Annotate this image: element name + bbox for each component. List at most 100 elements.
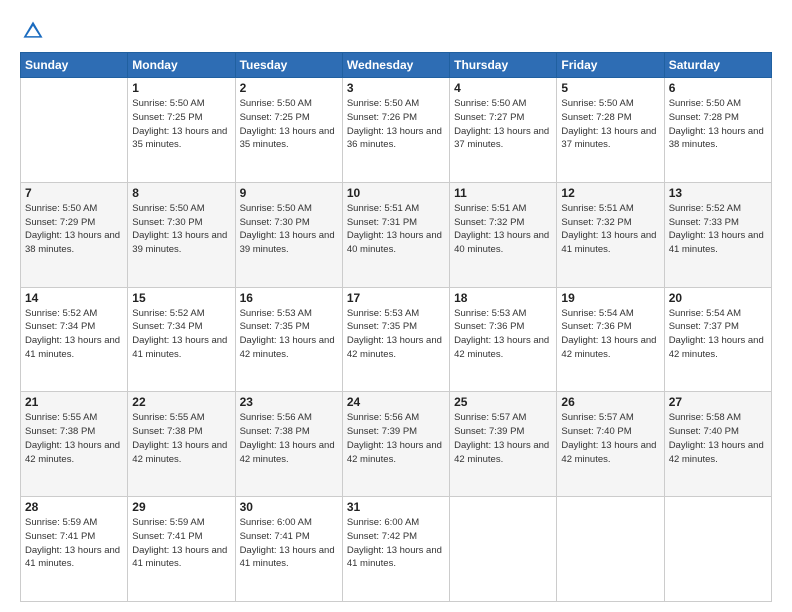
calendar-cell: 11 Sunrise: 5:51 AM Sunset: 7:32 PM Dayli… xyxy=(450,182,557,287)
calendar-cell: 21 Sunrise: 5:55 AM Sunset: 7:38 PM Dayli… xyxy=(21,392,128,497)
day-number: 6 xyxy=(669,81,767,95)
day-number: 8 xyxy=(132,186,230,200)
day-info: Sunrise: 5:50 AM Sunset: 7:25 PM Dayligh… xyxy=(132,97,230,152)
day-info: Sunrise: 5:57 AM Sunset: 7:39 PM Dayligh… xyxy=(454,411,552,466)
day-info: Sunrise: 6:00 AM Sunset: 7:41 PM Dayligh… xyxy=(240,516,338,571)
day-info: Sunrise: 5:52 AM Sunset: 7:34 PM Dayligh… xyxy=(132,307,230,362)
calendar-header-row: SundayMondayTuesdayWednesdayThursdayFrid… xyxy=(21,53,772,78)
calendar-cell: 31Sunrise: 6:00 AM Sunset: 7:42 PM Dayli… xyxy=(342,497,449,602)
calendar-cell xyxy=(664,497,771,602)
header xyxy=(20,18,772,42)
page: SundayMondayTuesdayWednesdayThursdayFrid… xyxy=(0,0,792,612)
day-info: Sunrise: 5:50 AM Sunset: 7:25 PM Dayligh… xyxy=(240,97,338,152)
day-info: Sunrise: 5:50 AM Sunset: 7:29 PM Dayligh… xyxy=(25,202,123,257)
day-info: Sunrise: 5:59 AM Sunset: 7:41 PM Dayligh… xyxy=(25,516,123,571)
day-number: 30 xyxy=(240,500,338,514)
calendar-cell: 7Sunrise: 5:50 AM Sunset: 7:29 PM Daylig… xyxy=(21,182,128,287)
day-info: Sunrise: 5:58 AM Sunset: 7:40 PM Dayligh… xyxy=(669,411,767,466)
calendar-week-row: 14 Sunrise: 5:52 AM Sunset: 7:34 PM Dayli… xyxy=(21,287,772,392)
calendar-cell: 4 Sunrise: 5:50 AM Sunset: 7:27 PM Daylig… xyxy=(450,78,557,183)
calendar-cell: 2Sunrise: 5:50 AM Sunset: 7:25 PM Daylig… xyxy=(235,78,342,183)
calendar-cell: 5 Sunrise: 5:50 AM Sunset: 7:28 PM Daylig… xyxy=(557,78,664,183)
day-number: 11 xyxy=(454,186,552,200)
day-info: Sunrise: 5:50 AM Sunset: 7:27 PM Dayligh… xyxy=(454,97,552,152)
day-number: 27 xyxy=(669,395,767,409)
calendar-day-header: Friday xyxy=(557,53,664,78)
logo xyxy=(20,18,44,42)
calendar-cell: 26 Sunrise: 5:57 AM Sunset: 7:40 PM Dayli… xyxy=(557,392,664,497)
day-info: Sunrise: 5:55 AM Sunset: 7:38 PM Dayligh… xyxy=(25,411,123,466)
calendar-cell xyxy=(21,78,128,183)
day-info: Sunrise: 5:52 AM Sunset: 7:34 PM Dayligh… xyxy=(25,307,123,362)
calendar-week-row: 28Sunrise: 5:59 AM Sunset: 7:41 PM Dayli… xyxy=(21,497,772,602)
day-number: 1 xyxy=(132,81,230,95)
day-number: 5 xyxy=(561,81,659,95)
day-number: 17 xyxy=(347,291,445,305)
day-info: Sunrise: 5:56 AM Sunset: 7:39 PM Dayligh… xyxy=(347,411,445,466)
calendar-cell: 9 Sunrise: 5:50 AM Sunset: 7:30 PM Daylig… xyxy=(235,182,342,287)
calendar-week-row: 7Sunrise: 5:50 AM Sunset: 7:29 PM Daylig… xyxy=(21,182,772,287)
day-info: Sunrise: 5:51 AM Sunset: 7:31 PM Dayligh… xyxy=(347,202,445,257)
day-number: 24 xyxy=(347,395,445,409)
calendar-cell: 3 Sunrise: 5:50 AM Sunset: 7:26 PM Daylig… xyxy=(342,78,449,183)
calendar-day-header: Thursday xyxy=(450,53,557,78)
calendar-cell: 20 Sunrise: 5:54 AM Sunset: 7:37 PM Dayli… xyxy=(664,287,771,392)
day-number: 20 xyxy=(669,291,767,305)
calendar-week-row: 1 Sunrise: 5:50 AM Sunset: 7:25 PM Daylig… xyxy=(21,78,772,183)
day-info: Sunrise: 5:54 AM Sunset: 7:37 PM Dayligh… xyxy=(669,307,767,362)
day-info: Sunrise: 5:54 AM Sunset: 7:36 PM Dayligh… xyxy=(561,307,659,362)
calendar-cell: 6 Sunrise: 5:50 AM Sunset: 7:28 PM Daylig… xyxy=(664,78,771,183)
calendar-cell: 12 Sunrise: 5:51 AM Sunset: 7:32 PM Dayli… xyxy=(557,182,664,287)
day-number: 4 xyxy=(454,81,552,95)
day-info: Sunrise: 5:50 AM Sunset: 7:28 PM Dayligh… xyxy=(669,97,767,152)
day-info: Sunrise: 5:53 AM Sunset: 7:35 PM Dayligh… xyxy=(347,307,445,362)
calendar-day-header: Sunday xyxy=(21,53,128,78)
calendar-day-header: Wednesday xyxy=(342,53,449,78)
day-number: 15 xyxy=(132,291,230,305)
day-info: Sunrise: 5:51 AM Sunset: 7:32 PM Dayligh… xyxy=(561,202,659,257)
day-number: 23 xyxy=(240,395,338,409)
calendar-cell: 13Sunrise: 5:52 AM Sunset: 7:33 PM Dayli… xyxy=(664,182,771,287)
calendar-cell: 1 Sunrise: 5:50 AM Sunset: 7:25 PM Daylig… xyxy=(128,78,235,183)
calendar-cell: 28Sunrise: 5:59 AM Sunset: 7:41 PM Dayli… xyxy=(21,497,128,602)
calendar-cell xyxy=(557,497,664,602)
day-info: Sunrise: 5:57 AM Sunset: 7:40 PM Dayligh… xyxy=(561,411,659,466)
day-number: 25 xyxy=(454,395,552,409)
day-number: 26 xyxy=(561,395,659,409)
day-number: 18 xyxy=(454,291,552,305)
calendar-day-header: Saturday xyxy=(664,53,771,78)
day-number: 12 xyxy=(561,186,659,200)
day-info: Sunrise: 5:50 AM Sunset: 7:28 PM Dayligh… xyxy=(561,97,659,152)
calendar-day-header: Tuesday xyxy=(235,53,342,78)
calendar-cell: 29 Sunrise: 5:59 AM Sunset: 7:41 PM Dayli… xyxy=(128,497,235,602)
day-info: Sunrise: 5:53 AM Sunset: 7:36 PM Dayligh… xyxy=(454,307,552,362)
calendar-cell: 14 Sunrise: 5:52 AM Sunset: 7:34 PM Dayli… xyxy=(21,287,128,392)
calendar-cell: 22Sunrise: 5:55 AM Sunset: 7:38 PM Dayli… xyxy=(128,392,235,497)
calendar-cell: 16 Sunrise: 5:53 AM Sunset: 7:35 PM Dayli… xyxy=(235,287,342,392)
day-info: Sunrise: 5:56 AM Sunset: 7:38 PM Dayligh… xyxy=(240,411,338,466)
day-info: Sunrise: 5:53 AM Sunset: 7:35 PM Dayligh… xyxy=(240,307,338,362)
calendar-cell: 15 Sunrise: 5:52 AM Sunset: 7:34 PM Dayli… xyxy=(128,287,235,392)
calendar-cell: 23 Sunrise: 5:56 AM Sunset: 7:38 PM Dayli… xyxy=(235,392,342,497)
day-number: 21 xyxy=(25,395,123,409)
day-info: Sunrise: 5:59 AM Sunset: 7:41 PM Dayligh… xyxy=(132,516,230,571)
day-info: Sunrise: 6:00 AM Sunset: 7:42 PM Dayligh… xyxy=(347,516,445,571)
day-number: 14 xyxy=(25,291,123,305)
calendar-week-row: 21 Sunrise: 5:55 AM Sunset: 7:38 PM Dayli… xyxy=(21,392,772,497)
calendar-cell: 27 Sunrise: 5:58 AM Sunset: 7:40 PM Dayli… xyxy=(664,392,771,497)
calendar-cell xyxy=(450,497,557,602)
day-info: Sunrise: 5:50 AM Sunset: 7:26 PM Dayligh… xyxy=(347,97,445,152)
day-info: Sunrise: 5:50 AM Sunset: 7:30 PM Dayligh… xyxy=(240,202,338,257)
calendar-cell: 19 Sunrise: 5:54 AM Sunset: 7:36 PM Dayli… xyxy=(557,287,664,392)
day-number: 19 xyxy=(561,291,659,305)
day-number: 9 xyxy=(240,186,338,200)
day-info: Sunrise: 5:51 AM Sunset: 7:32 PM Dayligh… xyxy=(454,202,552,257)
calendar-cell: 17 Sunrise: 5:53 AM Sunset: 7:35 PM Dayli… xyxy=(342,287,449,392)
day-number: 29 xyxy=(132,500,230,514)
calendar-day-header: Monday xyxy=(128,53,235,78)
day-number: 16 xyxy=(240,291,338,305)
day-info: Sunrise: 5:50 AM Sunset: 7:30 PM Dayligh… xyxy=(132,202,230,257)
calendar-table: SundayMondayTuesdayWednesdayThursdayFrid… xyxy=(20,52,772,602)
day-number: 3 xyxy=(347,81,445,95)
calendar-cell: 8 Sunrise: 5:50 AM Sunset: 7:30 PM Daylig… xyxy=(128,182,235,287)
